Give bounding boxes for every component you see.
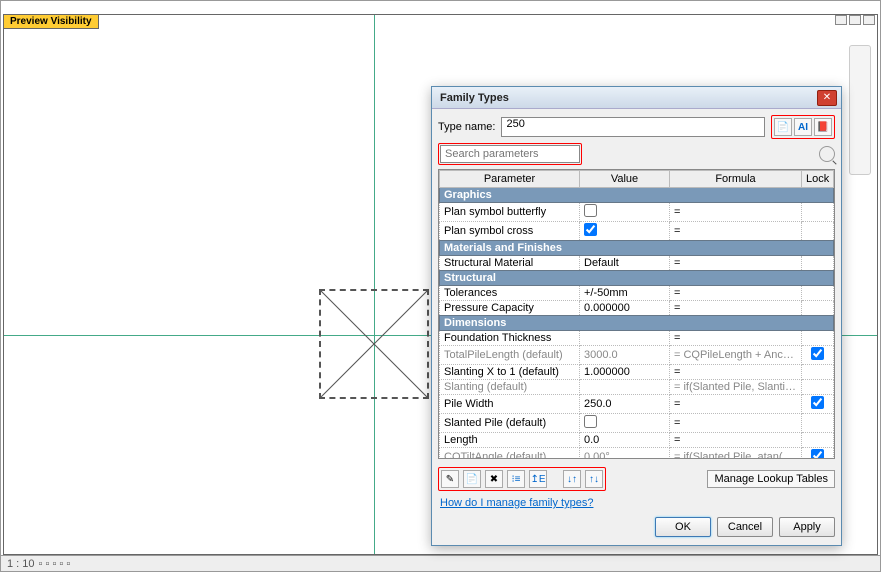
sort-desc-icon[interactable]: ↑↓ bbox=[585, 470, 603, 488]
type-name-dropdown[interactable]: 250 bbox=[501, 117, 765, 137]
manage-lookup-button[interactable]: Manage Lookup Tables bbox=[707, 470, 835, 488]
section-graphics[interactable]: Graphics bbox=[440, 188, 834, 203]
family-types-dialog: Family Types ✕ Type name: 250 📄 AI 📕 Par… bbox=[431, 86, 842, 546]
table-row[interactable]: Foundation Thickness= bbox=[440, 331, 834, 346]
table-row[interactable]: Slanted Pile (default)= bbox=[440, 414, 834, 433]
close-icon[interactable]: ✕ bbox=[817, 90, 837, 106]
table-row[interactable]: Plan symbol cross= bbox=[440, 222, 834, 241]
table-row[interactable]: TotalPileLength (default)3000.0= CQPileL… bbox=[440, 346, 834, 365]
dialog-titlebar[interactable]: Family Types ✕ bbox=[432, 87, 841, 109]
new-type-icon[interactable]: 📄 bbox=[774, 118, 792, 136]
section-structural[interactable]: Structural bbox=[440, 271, 834, 286]
col-formula[interactable]: Formula bbox=[670, 171, 802, 188]
preview-visibility-tab[interactable]: Preview Visibility bbox=[3, 14, 99, 29]
status-bar: 1 : 10 ▫ ▫ ▫ ▫ ▫ bbox=[1, 555, 880, 571]
table-row[interactable]: Slanting (default)= if(Slanted Pile, Sla… bbox=[440, 380, 834, 395]
section-materials-and-finishes[interactable]: Materials and Finishes bbox=[440, 241, 834, 256]
delete-type-icon[interactable]: 📕 bbox=[814, 118, 832, 136]
table-row[interactable]: Tolerances+/-50mm= bbox=[440, 286, 834, 301]
modify-icon[interactable]: ⁝≡ bbox=[507, 470, 525, 488]
apply-button[interactable]: Apply bbox=[779, 517, 835, 537]
delete-param-icon[interactable]: ✖ bbox=[485, 470, 503, 488]
table-row[interactable]: Slanting X to 1 (default)1.000000= bbox=[440, 365, 834, 380]
navigation-bar[interactable] bbox=[849, 45, 871, 175]
panel-close-icon[interactable] bbox=[863, 15, 875, 25]
sort-asc-icon[interactable]: ↓↑ bbox=[563, 470, 581, 488]
dialog-title: Family Types bbox=[436, 92, 817, 104]
reference-plane-vertical bbox=[374, 15, 375, 554]
parameter-toolbar: ✎ 📄 ✖ ⁝≡ ↥E ↓↑ ↑↓ bbox=[438, 467, 606, 491]
status-icons[interactable]: ▫ ▫ ▫ ▫ ▫ bbox=[39, 558, 71, 570]
ok-button[interactable]: OK bbox=[655, 517, 711, 537]
table-row[interactable]: Structural MaterialDefault= bbox=[440, 256, 834, 271]
col-lock[interactable]: Lock bbox=[802, 171, 834, 188]
panel-min-icon[interactable] bbox=[835, 15, 847, 25]
col-value[interactable]: Value bbox=[580, 171, 670, 188]
cancel-button[interactable]: Cancel bbox=[717, 517, 773, 537]
edit-icon[interactable]: ✎ bbox=[441, 470, 459, 488]
table-row[interactable]: Plan symbol butterfly= bbox=[440, 203, 834, 222]
new-param-icon[interactable]: 📄 bbox=[463, 470, 481, 488]
panel-controls bbox=[835, 15, 875, 25]
col-parameter[interactable]: Parameter bbox=[440, 171, 580, 188]
table-row[interactable]: Pile Width250.0= bbox=[440, 395, 834, 414]
help-link[interactable]: How do I manage family types? bbox=[438, 495, 835, 513]
search-input[interactable] bbox=[440, 145, 580, 163]
type-buttons-group: 📄 AI 📕 bbox=[771, 115, 835, 139]
table-row[interactable]: CQTiltAngle (default)0.00°= if(Slanted P… bbox=[440, 448, 834, 460]
table-row[interactable]: Length0.0= bbox=[440, 433, 834, 448]
rename-type-icon[interactable]: AI bbox=[794, 118, 812, 136]
view-scale[interactable]: 1 : 10 bbox=[7, 558, 35, 570]
parameters-grid[interactable]: Parameter Value Formula Lock GraphicsPla… bbox=[438, 169, 835, 459]
search-icon[interactable] bbox=[819, 146, 835, 162]
section-dimensions[interactable]: Dimensions bbox=[440, 316, 834, 331]
table-row[interactable]: Pressure Capacity0.000000= bbox=[440, 301, 834, 316]
type-name-label: Type name: bbox=[438, 121, 495, 133]
plan-symbol-preview bbox=[319, 289, 429, 399]
move-up-icon[interactable]: ↥E bbox=[529, 470, 547, 488]
panel-max-icon[interactable] bbox=[849, 15, 861, 25]
